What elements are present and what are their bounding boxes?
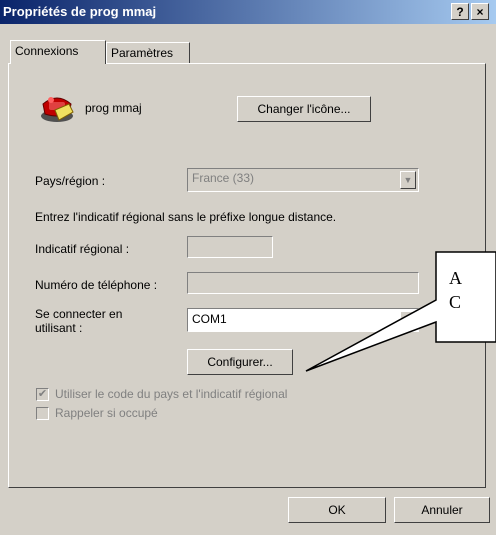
callout-text-line2: C [449, 292, 462, 312]
callout-text-line1: A [449, 268, 462, 288]
callout-shape [305, 251, 496, 372]
properties-dialog: Propriétés de prog mmaj ? × Connexions P… [0, 0, 496, 535]
